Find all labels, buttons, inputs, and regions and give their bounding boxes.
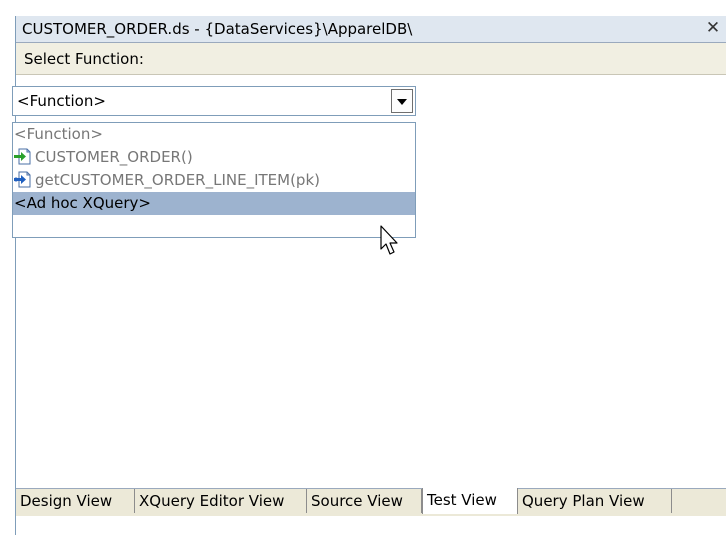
- tab-query-plan-view[interactable]: Query Plan View: [518, 489, 672, 513]
- option-ad-hoc-xquery[interactable]: <Ad hoc XQuery>: [13, 192, 415, 215]
- close-icon[interactable]: ✕: [703, 18, 723, 38]
- tab-source-view[interactable]: Source View: [307, 489, 422, 513]
- bottom-area: [16, 516, 726, 535]
- chevron-down-icon: [397, 99, 407, 105]
- view-tabs: Design View XQuery Editor View Source Vi…: [16, 488, 726, 516]
- editor-title-bar: CUSTOMER_ORDER.ds - {DataServices}\Appar…: [16, 16, 726, 43]
- tab-design-view[interactable]: Design View: [16, 489, 135, 513]
- option-label: <Function>: [14, 125, 103, 143]
- option-get-customer-order-line-item[interactable]: getCUSTOMER_ORDER_LINE_ITEM(pk): [13, 169, 415, 192]
- tab-xquery-editor-view[interactable]: XQuery Editor View: [135, 489, 307, 513]
- function-dropdown-list: <Function> CUSTOMER_ORDER() getCUSTOMER_…: [12, 122, 416, 238]
- function-select-value: <Function>: [17, 92, 106, 110]
- dropdown-button[interactable]: [391, 89, 413, 113]
- select-function-label: Select Function:: [24, 50, 144, 68]
- navigate-function-icon: [14, 171, 31, 188]
- read-function-icon: [14, 148, 31, 165]
- frame: CUSTOMER_ORDER.ds - {DataServices}\Appar…: [0, 0, 726, 535]
- select-function-bar: Select Function:: [16, 43, 726, 75]
- option-customer-order[interactable]: CUSTOMER_ORDER(): [13, 146, 415, 169]
- editor-title: CUSTOMER_ORDER.ds - {DataServices}\Appar…: [22, 20, 413, 38]
- option-function-placeholder[interactable]: <Function>: [13, 123, 415, 146]
- option-label: CUSTOMER_ORDER(): [35, 148, 193, 166]
- option-label: <Ad hoc XQuery>: [14, 194, 151, 212]
- option-label: getCUSTOMER_ORDER_LINE_ITEM(pk): [35, 171, 320, 189]
- function-select[interactable]: <Function>: [12, 86, 416, 116]
- mouse-pointer-icon: [380, 225, 402, 257]
- tab-test-view[interactable]: Test View: [422, 488, 518, 514]
